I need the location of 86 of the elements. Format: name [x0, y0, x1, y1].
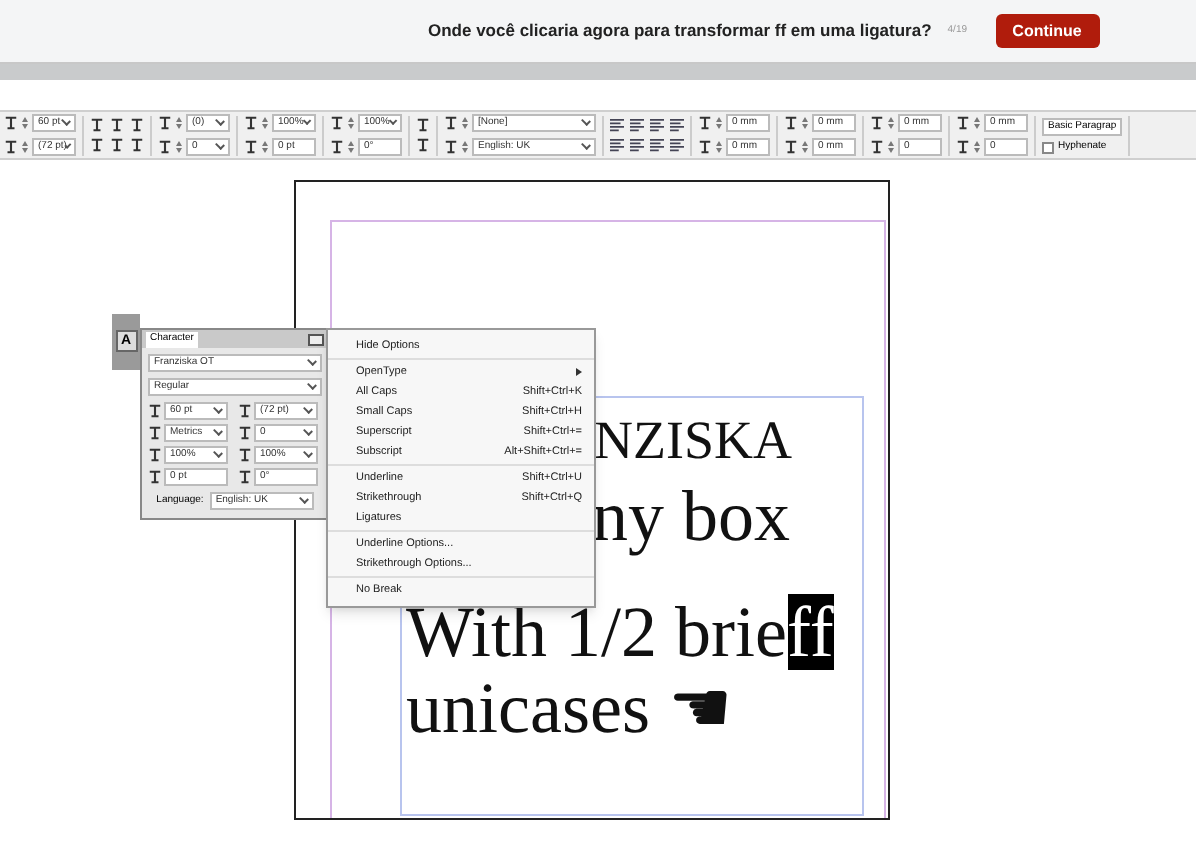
- spinner-icon[interactable]: [22, 116, 28, 130]
- align-icon[interactable]: [670, 138, 684, 152]
- spinner-icon[interactable]: [176, 140, 182, 154]
- type-size-icon[interactable]: [238, 470, 252, 484]
- align-icon[interactable]: [650, 118, 664, 132]
- spinner-icon[interactable]: [176, 116, 182, 130]
- spinner-icon[interactable]: [462, 140, 468, 154]
- type-size-icon[interactable]: [444, 116, 458, 130]
- type-size-icon[interactable]: [4, 116, 18, 130]
- type-size-icon[interactable]: [238, 448, 252, 462]
- type-size-icon[interactable]: [244, 140, 258, 154]
- type-style-icon[interactable]: [90, 138, 104, 152]
- type-size-icon[interactable]: [784, 116, 798, 130]
- selected-text: ff: [787, 594, 834, 670]
- type-size-icon[interactable]: [330, 116, 344, 130]
- type-size-icon[interactable]: [148, 448, 162, 462]
- caret-icon: [215, 140, 225, 150]
- caret-icon: [213, 404, 223, 414]
- type-size-icon[interactable]: [148, 470, 162, 484]
- align-icon[interactable]: [630, 138, 644, 152]
- caret-icon: [213, 426, 223, 436]
- caret-icon: [61, 116, 71, 126]
- align-icon[interactable]: [630, 118, 644, 132]
- spinner-icon[interactable]: [716, 140, 722, 154]
- caret-icon: [213, 448, 223, 458]
- type-size-icon[interactable]: [148, 426, 162, 440]
- type-size-icon[interactable]: [698, 140, 712, 154]
- caret-icon: [388, 116, 398, 126]
- spinner-icon[interactable]: [348, 140, 354, 154]
- type-size-icon[interactable]: [784, 140, 798, 154]
- type-size-icon[interactable]: [444, 140, 458, 154]
- checkbox[interactable]: [1042, 141, 1054, 153]
- panel-menu-icon[interactable]: [308, 333, 324, 345]
- spinner-icon[interactable]: [348, 116, 354, 130]
- spinner-icon[interactable]: [262, 116, 268, 130]
- caret-icon: [307, 356, 317, 366]
- document-text: ny box: [592, 478, 790, 554]
- spinner-icon[interactable]: [974, 116, 980, 130]
- type-style-icon[interactable]: [130, 138, 144, 152]
- type-size-icon[interactable]: [870, 116, 884, 130]
- type-size-icon[interactable]: [148, 404, 162, 418]
- continue-button[interactable]: Continue: [995, 14, 1100, 48]
- caret-icon: [215, 116, 225, 126]
- type-size-icon[interactable]: [238, 426, 252, 440]
- type-size-icon[interactable]: [956, 140, 970, 154]
- caret-icon: [581, 116, 591, 126]
- type-style-icon[interactable]: [110, 138, 124, 152]
- type-style-icon[interactable]: [416, 138, 430, 152]
- spinner-icon[interactable]: [802, 116, 808, 130]
- spinner-icon[interactable]: [262, 140, 268, 154]
- type-size-icon[interactable]: [158, 140, 172, 154]
- caret-icon: [303, 426, 313, 436]
- type-size-icon[interactable]: [244, 116, 258, 130]
- spinner-icon[interactable]: [802, 140, 808, 154]
- type-size-icon[interactable]: [870, 140, 884, 154]
- spinner-icon[interactable]: [888, 140, 894, 154]
- caret-icon: [302, 116, 312, 126]
- type-style-icon[interactable]: [110, 118, 124, 132]
- caret-icon: [581, 140, 591, 150]
- caret-icon: [65, 141, 72, 149]
- type-size-icon[interactable]: [238, 404, 252, 418]
- spinner-icon[interactable]: [888, 116, 894, 130]
- spinner-icon[interactable]: [716, 116, 722, 130]
- align-icon[interactable]: [650, 138, 664, 152]
- type-size-icon[interactable]: [4, 140, 18, 154]
- type-size-icon[interactable]: [330, 140, 344, 154]
- document-text: With 1/2 brie: [406, 594, 788, 670]
- type-size-icon[interactable]: [158, 116, 172, 130]
- type-style-icon[interactable]: [130, 118, 144, 132]
- align-icon[interactable]: [610, 138, 624, 152]
- caret-icon: [298, 494, 309, 504]
- caret-icon: [303, 404, 313, 414]
- type-style-icon[interactable]: [90, 118, 104, 132]
- caret-icon: [307, 380, 317, 390]
- align-icon[interactable]: [610, 118, 624, 132]
- type-style-icon[interactable]: [416, 118, 430, 132]
- spinner-icon[interactable]: [974, 140, 980, 154]
- type-size-icon[interactable]: [698, 116, 712, 130]
- question-text: Onde você clicaria agora para transformar ff em uma ligatura?: [428, 18, 932, 44]
- spinner-icon[interactable]: [22, 140, 28, 154]
- align-icon[interactable]: [670, 118, 684, 132]
- type-size-icon[interactable]: [956, 116, 970, 130]
- caret-icon: [303, 448, 313, 458]
- document-text: unicases ☚: [406, 670, 732, 746]
- spinner-icon[interactable]: [462, 116, 468, 130]
- document-text: NZISKA: [594, 408, 792, 474]
